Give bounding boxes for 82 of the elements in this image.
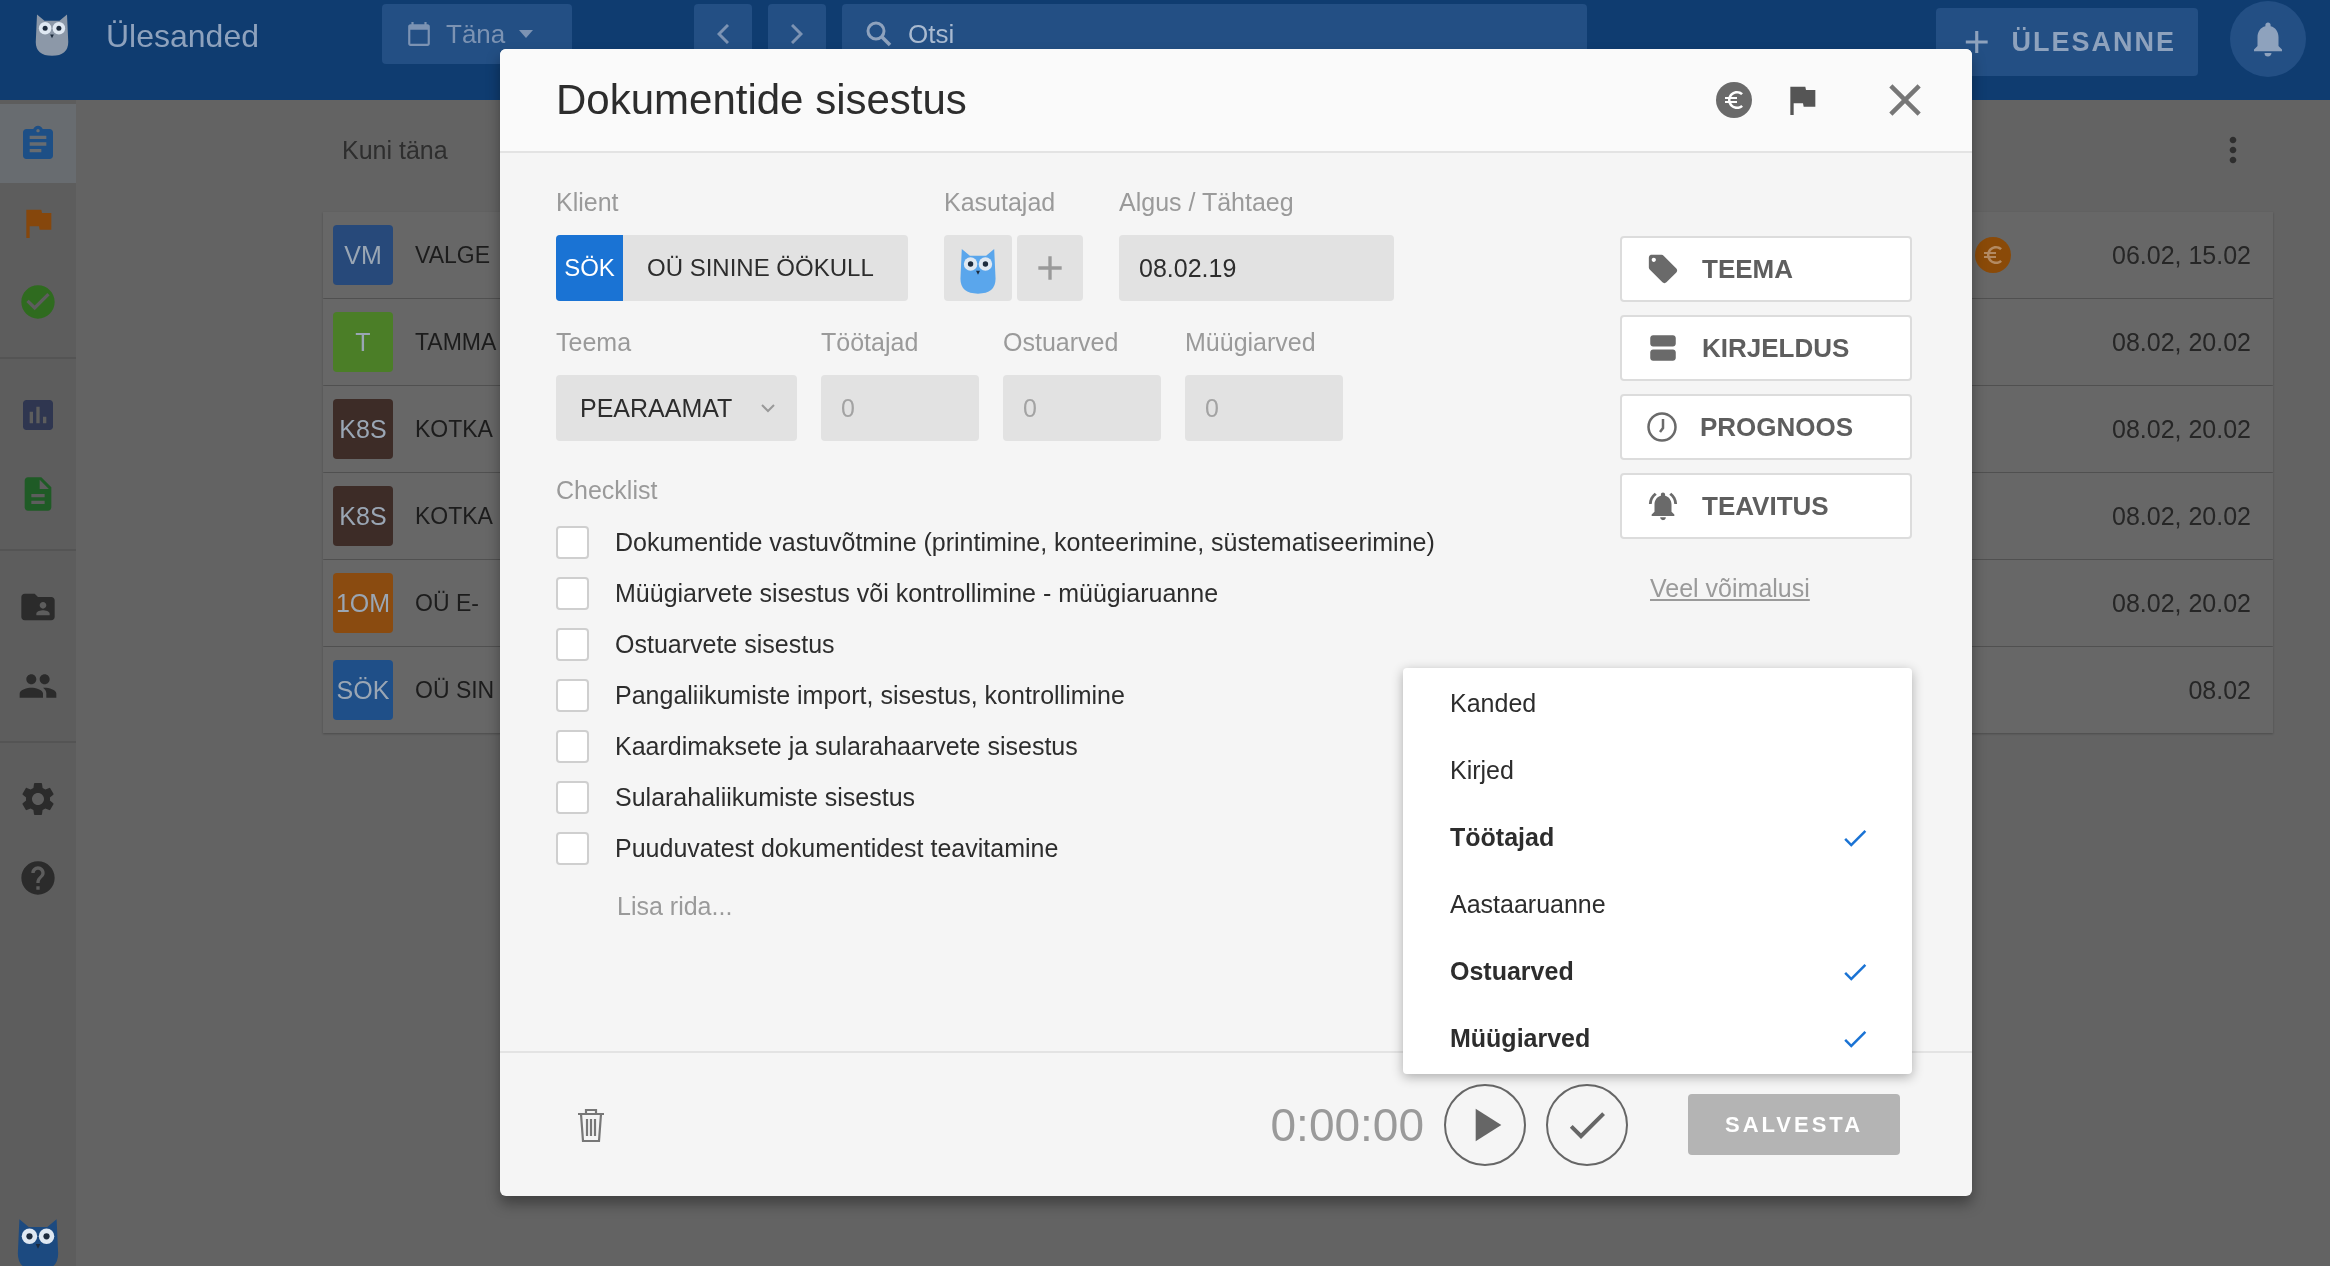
checkbox[interactable]	[556, 832, 589, 865]
menu-item[interactable]: Aastaaruanne	[1403, 871, 1912, 938]
client-name: OÜ E-	[415, 589, 479, 617]
menu-item-label: Aastaaruanne	[1450, 890, 1606, 919]
field-label: Kasutajad	[944, 186, 1057, 218]
client-badge: K8S	[333, 486, 393, 546]
user-avatar[interactable]	[944, 235, 1012, 301]
checkbox[interactable]	[556, 526, 589, 559]
caret-icon	[519, 30, 534, 38]
checklist-item: Sularahaliikumiste sisestus	[615, 783, 916, 812]
client-badge: 1OM	[333, 573, 393, 633]
client-field[interactable]: SÖK OÜ SININE ÖÖKULL	[556, 235, 908, 301]
dialog-title: Dokumentide sisestus	[556, 76, 967, 124]
count-field[interactable]: 0	[1003, 375, 1161, 441]
task-dates: 08.02, 20.02	[2111, 588, 2251, 618]
client-badge: SÖK	[333, 660, 393, 720]
client-name: OÜ SININE ÖÖKULL	[647, 254, 874, 282]
checkbox[interactable]	[556, 679, 589, 712]
checklist-item: Puuduvatest dokumentidest teavitamine	[615, 834, 1059, 863]
field-label: Klient	[556, 186, 620, 218]
task-dates: 08.02, 20.02	[2111, 414, 2251, 444]
search-icon	[866, 21, 892, 47]
calendar-icon	[406, 21, 432, 47]
client-name: TAMMA	[415, 328, 497, 356]
checkbox[interactable]	[556, 577, 589, 610]
task-dates: 08.02, 20.02	[2111, 327, 2251, 357]
checkbox[interactable]	[556, 628, 589, 661]
clock-icon	[1646, 411, 1678, 443]
chevron-left-icon	[717, 24, 729, 44]
checklist-item: Dokumentide vastuvõtmine (printimine, konteerimine, süstematiseerimine)	[615, 528, 1435, 557]
client-name: KOTKA	[415, 502, 493, 530]
client-badge: K8S	[333, 399, 393, 459]
checkbox[interactable]	[556, 781, 589, 814]
theme-select[interactable]: PEARAAMAT	[556, 375, 797, 441]
option-button[interactable]: PROGNOOS	[1620, 394, 1912, 460]
field-label: Ostuarved	[1003, 326, 1120, 358]
task-dates: 08.02, 20.02	[2111, 501, 2251, 531]
checklist-item: Ostuarvete sisestus	[615, 630, 835, 659]
chevron-right-icon	[791, 24, 803, 44]
section-label: Checklist	[556, 474, 659, 506]
menu-item-label: Kanded	[1450, 689, 1537, 718]
play-button[interactable]	[1444, 1083, 1526, 1166]
euro-icon[interactable]	[1716, 82, 1752, 118]
client-badge: VM	[333, 225, 393, 285]
field-label: Algus / Tähtaeg	[1119, 186, 1295, 218]
task-dates: 06.02, 15.02	[2111, 240, 2251, 270]
chevron-icon	[761, 403, 775, 413]
menu-item-label: Müügiarved	[1450, 1024, 1591, 1053]
option-button[interactable]: TEEMA	[1620, 236, 1912, 302]
menu-item[interactable]: Töötajad	[1403, 804, 1912, 871]
client-name: OÜ SIN	[415, 676, 495, 704]
menu-item-label: Töötajad	[1450, 823, 1555, 852]
checklist-item: Pangaliikumiste import, sisestus, kontrollimine	[615, 681, 1125, 710]
count-field[interactable]: 0	[1185, 375, 1343, 441]
checklist-item: Kaardimaksete ja sularahaarvete sisestus	[615, 732, 1078, 761]
menu-item[interactable]: Kirjed	[1403, 737, 1912, 804]
client-name: KOTKA	[415, 415, 493, 443]
field-label: Töötajad	[821, 326, 920, 358]
field-label: Müügiarved	[1185, 326, 1317, 358]
menu-item[interactable]: Müügiarved	[1403, 1005, 1912, 1072]
menu-item-label: Kirjed	[1450, 756, 1514, 785]
menu-item[interactable]: Ostuarved	[1403, 938, 1912, 1005]
option-button[interactable]: KIRJELDUS	[1620, 315, 1912, 381]
complete-button[interactable]	[1546, 1083, 1628, 1166]
delete-icon[interactable]	[576, 1106, 606, 1143]
count-field[interactable]: 0	[821, 375, 979, 441]
option-button[interactable]: TEAVITUS	[1620, 473, 1912, 539]
checklist-item: Müügiarvete sisestus või kontrollimine - müügiaruanne	[615, 579, 1219, 608]
date-field[interactable]: 08.02.19	[1119, 235, 1394, 301]
client-name: VALGE	[415, 241, 490, 269]
timer: 0:00:00	[1270, 1097, 1424, 1152]
tag-icon	[1646, 252, 1680, 286]
add-user-button[interactable]	[1017, 235, 1083, 301]
checkbox[interactable]	[556, 730, 589, 763]
client-badge: T	[333, 312, 393, 372]
menu-item[interactable]: Kanded	[1403, 670, 1912, 737]
app-title: Ülesanded	[106, 18, 260, 55]
sidebar-item[interactable]	[0, 104, 76, 183]
field-label: Teema	[556, 326, 633, 358]
menu-item-label: Ostuarved	[1450, 957, 1574, 986]
client-code: SÖK	[556, 235, 623, 301]
task-dates: 08.02	[2187, 675, 2251, 705]
